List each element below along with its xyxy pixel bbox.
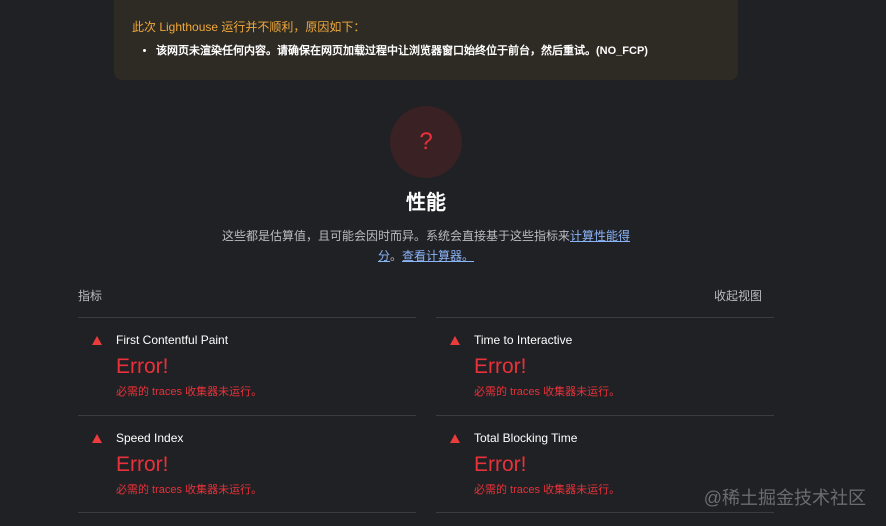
metric-value: Error! [116, 355, 169, 378]
metric-description: 必需的 traces 收集器未运行。 [116, 484, 263, 496]
metric-description: 必需的 traces 收集器未运行。 [116, 386, 263, 398]
collapse-view-toggle[interactable]: 收起视图 [714, 287, 762, 304]
warning-item: 该网页未渲染任何内容。请确保在网页加载过程中让浏览器窗口始终位于前台，然后重试。… [156, 43, 721, 59]
metric-speed-index: Speed Index Error! 必需的 traces 收集器未运行。 [78, 415, 416, 513]
description-text: 这些都是估算值，且可能会因时而异。系统会直接基于这些指标来 [221, 229, 570, 243]
metric-title: First Contentful Paint [116, 333, 229, 347]
warning-box: 此次 Lighthouse 运行并不顺利，原因如下： 该网页未渲染任何内容。请确… [114, 0, 738, 80]
fail-triangle-icon [92, 336, 102, 345]
metric-title: Time to Interactive [474, 333, 573, 347]
metric-title: Total Blocking Time [474, 431, 578, 445]
warning-list: 该网页未渲染任何内容。请确保在网页加载过程中让浏览器窗口始终位于前台，然后重试。… [132, 43, 721, 59]
metric-time-to-interactive: Time to Interactive Error! 必需的 traces 收集… [436, 317, 774, 414]
metric-value: Error! [474, 355, 527, 378]
category-description: 这些都是估算值，且可能会因时而异。系统会直接基于这些指标来计算性能得分。查看计算… [220, 226, 632, 266]
metric-first-contentful-paint: First Contentful Paint Error! 必需的 traces… [78, 317, 416, 414]
fail-triangle-icon [92, 434, 102, 443]
description-separator: 。 [389, 249, 402, 263]
metric-description: 必需的 traces 收集器未运行。 [474, 386, 621, 398]
fail-triangle-icon [450, 434, 460, 443]
metric-value: Error! [116, 453, 169, 476]
watermark: @稀土掘金技术社区 [703, 488, 866, 508]
metric-description: 必需的 traces 收集器未运行。 [474, 484, 621, 496]
warning-title: 此次 Lighthouse 运行并不顺利，原因如下： [132, 20, 366, 34]
metrics-label: 指标 [78, 289, 103, 303]
category-title: 性能 [406, 192, 446, 214]
metric-title: Speed Index [116, 431, 184, 445]
metrics-header: 指标 收起视图 [78, 287, 762, 304]
lighthouse-report: 此次 Lighthouse 运行并不顺利，原因如下： 该网页未渲染任何内容。请确… [0, 0, 886, 526]
metric-value: Error! [474, 453, 527, 476]
fail-triangle-icon [450, 336, 460, 345]
gauge-error-label: ? [419, 128, 433, 155]
view-calculator-link[interactable]: 查看计算器。 [402, 249, 474, 263]
performance-gauge[interactable]: ? [390, 106, 462, 178]
